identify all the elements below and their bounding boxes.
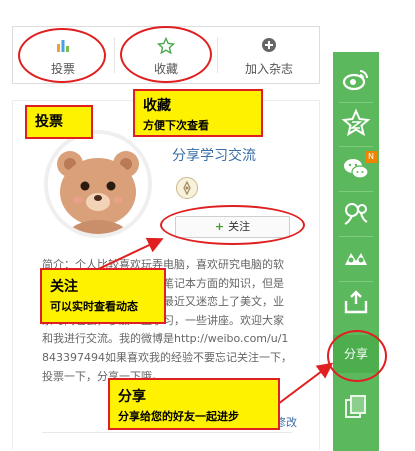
renren-icon (344, 203, 368, 225)
toolbar-divider (217, 37, 218, 73)
share-qzone-button[interactable] (333, 102, 379, 144)
weibo-icon (342, 70, 368, 91)
share-more-button[interactable] (333, 282, 379, 324)
vote-callout-title: 投票 (35, 114, 63, 130)
copy-icon (345, 395, 366, 418)
share-sidebar: N 分享 (333, 52, 379, 451)
share-callout: 分享 分享给您的好友一起进步 (108, 378, 280, 430)
new-badge: N (365, 151, 377, 163)
share-upload-icon (344, 290, 368, 314)
favorite-highlight-ring (120, 26, 212, 83)
douban-icon (345, 253, 367, 265)
follow-callout-subtitle: 可以实时查看动态 (50, 300, 138, 313)
vote-highlight-ring (18, 28, 106, 83)
favorite-callout: 收藏 方便下次查看 (133, 89, 263, 137)
bear-avatar-icon (48, 134, 148, 234)
share-callout-subtitle: 分享给您的好友一起进步 (118, 410, 239, 423)
author-name-link[interactable]: 分享学习交流 (172, 145, 256, 165)
favorite-callout-title: 收藏 (143, 98, 171, 114)
share-wechat-button[interactable]: N (333, 147, 379, 189)
share-highlight-ring (327, 330, 387, 382)
level-badge-icon (176, 177, 198, 199)
follow-callout-title: 关注 (50, 279, 78, 295)
share-renren-button[interactable] (333, 192, 379, 234)
copy-link-button[interactable] (333, 386, 379, 428)
toolbar-divider (114, 37, 115, 73)
add-to-magazine-label: 加入杂志 (244, 62, 293, 76)
share-callout-title: 分享 (118, 389, 146, 405)
vote-callout: 投票 (25, 105, 93, 139)
add-to-magazine-button[interactable]: 加入杂志 (219, 27, 319, 83)
follow-highlight-ring (160, 205, 305, 245)
divider (42, 432, 292, 433)
favorite-callout-subtitle: 方便下次查看 (143, 119, 209, 132)
follow-callout: 关注 可以实时查看动态 (40, 268, 166, 324)
plus-circle-icon (261, 37, 277, 57)
avatar[interactable] (44, 130, 152, 238)
qzone-icon (341, 108, 371, 137)
share-weibo-button[interactable] (333, 58, 379, 100)
share-douban-button[interactable] (333, 237, 379, 279)
